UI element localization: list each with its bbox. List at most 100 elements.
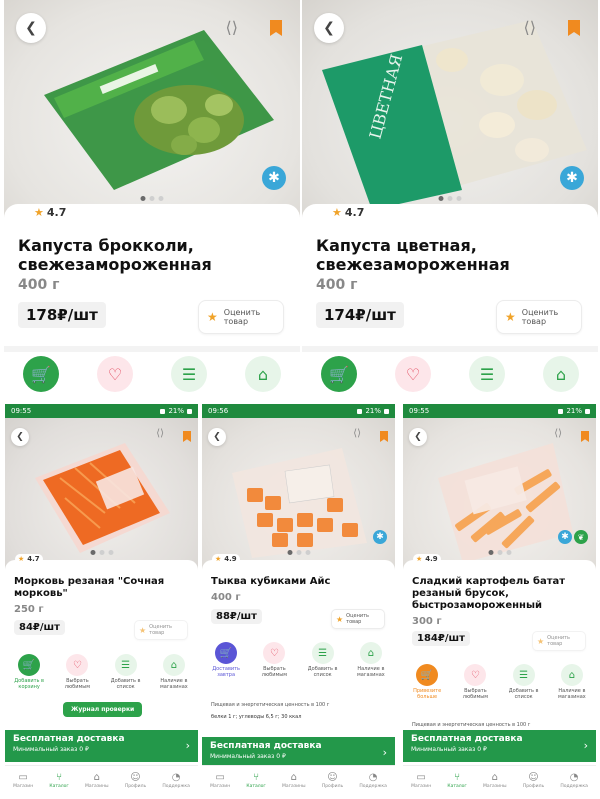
profile-icon: ☺ (327, 772, 338, 783)
add-to-cart-button[interactable]: 🛒 Добавить в корзину (11, 654, 47, 702)
photo-pagination-dots (140, 196, 164, 201)
bring-more-button[interactable]: 🛒 Привезите больше (409, 664, 445, 712)
product-actions: 🛒 Привезите больше ♡ Выбрать любимым ☰ Доба… (403, 664, 596, 712)
tab-shop[interactable]: ▭ Магазин (13, 772, 33, 789)
share-icon[interactable]: ⟨⟩ (156, 428, 164, 439)
notification-icon (357, 408, 363, 414)
photo-pagination-dots (438, 196, 462, 201)
product-screen-sweet-potato: 09:55 21% ❮ ⟨⟩ ✱ ❦ ★ 4.9 Сладкий картофе… (403, 404, 596, 799)
free-delivery-banner[interactable]: Бесплатная доставка Минимальный заказ 0 … (403, 730, 596, 762)
store-icon: ⌂ (543, 356, 579, 392)
tab-profile[interactable]: ☺ Профиль (322, 772, 343, 789)
nutrition-values: белки 1 г; углеводы 6,5 г; 30 ккал (211, 714, 302, 720)
rating-badge: ★ 4.7 (30, 204, 71, 221)
store-availability-button[interactable]: ⌂ Наличие в магазинах (156, 654, 192, 702)
store-availability-button[interactable]: ⌂ Наличие в магазинах (554, 664, 590, 712)
leaf-icon: ❦ (574, 530, 588, 544)
product-weight: 400 г (211, 592, 241, 603)
battery-icon (585, 408, 590, 414)
product-title: Тыква кубиками Айс (211, 576, 331, 587)
add-to-cart-button[interactable]: 🛒 (321, 356, 357, 396)
store-availability-button[interactable]: ⌂ (543, 356, 579, 396)
back-button[interactable]: ❮ (314, 13, 344, 43)
tab-shop[interactable]: ▭ Магазин (411, 772, 431, 789)
add-to-list-button[interactable]: ☰ (171, 356, 207, 396)
chevron-right-icon: › (583, 739, 588, 752)
stores-icon: ⌂ (290, 772, 297, 783)
tab-support[interactable]: ◔ Поддержка (359, 772, 387, 789)
tab-stores[interactable]: ⌂ Магазины (85, 772, 109, 789)
bottom-tab-bar: ▭ Магазин ⑂ Каталог ⌂ Магазины ☺ Профиль ◔ По… (403, 765, 596, 799)
tab-shop[interactable]: ▭ Магазин (210, 772, 230, 789)
add-to-list-button[interactable]: ☰ Добавить в список (506, 664, 542, 712)
add-to-list-button[interactable]: ☰ Добавить в список (305, 642, 341, 690)
add-to-list-button[interactable]: ☰ Добавить в список (108, 654, 144, 702)
heart-icon: ♡ (263, 642, 286, 664)
favorite-button[interactable]: ♡ (395, 356, 431, 396)
rate-product-button[interactable]: ★ Оценить товар (331, 609, 385, 629)
tab-stores[interactable]: ⌂ Магазины (282, 772, 306, 789)
tab-support[interactable]: ◔ Поддержка (162, 772, 190, 789)
tab-catalog[interactable]: ⑂ Каталог (246, 772, 265, 789)
divider (4, 346, 300, 352)
share-icon[interactable]: ⟨⟩ (554, 428, 562, 439)
tab-stores[interactable]: ⌂ Магазины (483, 772, 507, 789)
catalog-icon: ⑂ (253, 772, 260, 783)
share-icon[interactable]: ⟨⟩ (353, 428, 361, 439)
photo-pagination-dots (488, 550, 511, 555)
deliver-tomorrow-button[interactable]: 🛒 Доставить завтра (208, 642, 244, 690)
list-add-icon: ☰ (311, 642, 334, 664)
tab-profile[interactable]: ☺ Профиль (523, 772, 544, 789)
tab-profile[interactable]: ☺ Профиль (125, 772, 146, 789)
share-icon[interactable]: ⟨⟩ (226, 18, 238, 37)
frozen-snowflake-icon: ✱ (558, 530, 572, 544)
photo-pagination-dots (287, 550, 310, 555)
store-availability-button[interactable]: ⌂ (245, 356, 281, 396)
favorite-button[interactable]: ♡ (97, 356, 133, 396)
favorite-button[interactable]: ♡ Выбрать любимым (457, 664, 493, 712)
product-actions: 🛒 ♡ ☰ ⌂ (4, 356, 300, 396)
product-actions: 🛒 ♡ ☰ ⌂ (302, 356, 598, 396)
shop-icon: ▭ (215, 772, 225, 783)
notification-icon (160, 408, 166, 414)
broccoli-bag-image (44, 30, 274, 190)
share-icon[interactable]: ⟨⟩ (524, 18, 536, 37)
battery-icon (384, 408, 389, 414)
rate-product-button[interactable]: ★ Оценить товар (496, 300, 582, 334)
add-to-list-button[interactable]: ☰ (469, 356, 505, 396)
back-button[interactable]: ❮ (208, 428, 226, 446)
free-delivery-banner[interactable]: Бесплатная доставка Минимальный заказ 0 … (5, 730, 198, 762)
back-button[interactable]: ❮ (11, 428, 29, 446)
frozen-snowflake-icon: ✱ (262, 166, 286, 190)
back-button[interactable]: ❮ (409, 428, 427, 446)
favorite-button[interactable]: ♡ Выбрать любимым (256, 642, 292, 690)
tab-catalog[interactable]: ⑂ Каталог (49, 772, 68, 789)
product-actions: 🛒 Добавить в корзину ♡ Выбрать любимым ☰ До… (5, 654, 198, 702)
cart-icon: 🛒 (23, 356, 59, 392)
tab-catalog[interactable]: ⑂ Каталог (447, 772, 466, 789)
support-icon: ◔ (368, 772, 378, 783)
star-icon: ★ (207, 310, 218, 324)
favorite-button[interactable]: ♡ Выбрать любимым (59, 654, 95, 702)
store-availability-button[interactable]: ⌂ Наличие в магазинах (353, 642, 389, 690)
bottom-tab-bar: ▭ Магазин ⑂ Каталог ⌂ Магазины ☺ Профиль ◔ По… (202, 765, 395, 799)
product-screen-carrot: 09:55 21% ❮ ⟨⟩ ★ 4.7 Морковь резаная "Соч… (5, 404, 198, 799)
product-weight: 400 г (316, 277, 358, 293)
add-to-cart-button[interactable]: 🛒 (23, 356, 59, 396)
product-card (202, 560, 395, 652)
back-button[interactable]: ❮ (16, 13, 46, 43)
product-weight: 300 г (412, 616, 442, 627)
tab-support[interactable]: ◔ Поддержка (560, 772, 588, 789)
product-photo[interactable]: ЦВЕТНАЯ (302, 0, 598, 222)
rate-product-button[interactable]: ★ Оценить товар (532, 631, 586, 651)
chevron-right-icon: › (382, 746, 387, 759)
star-icon: ★ (18, 555, 25, 563)
heart-icon: ♡ (464, 664, 487, 686)
rate-product-button[interactable]: ★ Оценить товар (198, 300, 284, 334)
inspection-journal-button[interactable]: Журнал проверки (63, 702, 143, 717)
product-price: 88₽/шт (211, 609, 262, 624)
heart-icon: ♡ (97, 356, 133, 392)
rate-product-button[interactable]: ★ Оценить товар (134, 620, 188, 640)
product-price: 184₽/шт (412, 631, 470, 646)
product-photo[interactable] (4, 0, 300, 222)
